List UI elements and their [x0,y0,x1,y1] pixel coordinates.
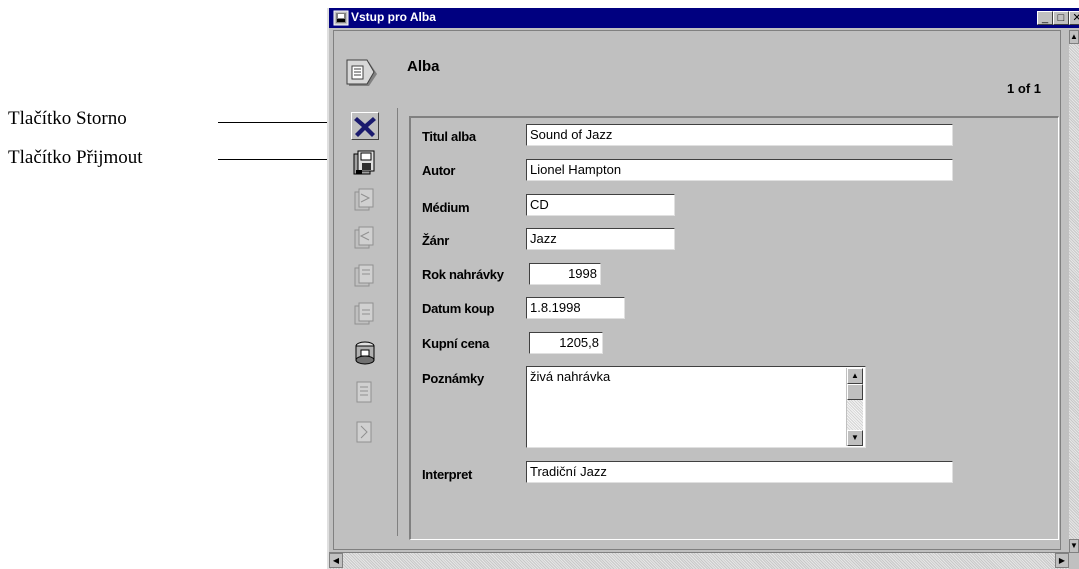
datum-koup-field[interactable]: 1.8.1998 [526,297,625,319]
toolbar-button-4 [351,224,379,252]
record-icon [354,226,374,249]
toolbar-button-3 [351,186,379,214]
kupni-cena-field[interactable]: 1205,8 [529,332,603,354]
toolbar-button-5 [351,262,379,290]
toolbar-button-6 [351,300,379,328]
scroll-down-arrow-icon[interactable]: ▼ [1069,539,1079,553]
scroll-thumb[interactable] [847,384,863,400]
record-icon [356,381,372,403]
print-button[interactable] [351,338,379,366]
interpret-field[interactable]: Tradiční Jazz [526,461,953,483]
scroll-right-arrow-icon[interactable]: ▶ [1055,553,1069,568]
record-icon [356,421,372,443]
scroll-down-arrow-icon[interactable]: ▼ [847,430,863,446]
rok-nahravky-field[interactable]: 1998 [529,263,601,285]
autor-field[interactable]: Lionel Hampton [526,159,953,181]
minimize-button[interactable]: _ [1037,11,1053,25]
poznamky-scrollbar[interactable]: ▲ ▼ [846,368,863,446]
cancel-button[interactable] [351,112,379,140]
window-titlebar[interactable]: Vstup pro Alba _ □ ✕ [329,8,1079,28]
label-poznamky: Poznámky [422,371,484,386]
record-count: 1 of 1 [1007,81,1041,96]
label-kupni-cena: Kupní cena [422,336,490,351]
form-section-title: Alba [407,58,440,75]
label-titul-alba: Titul alba [422,129,476,144]
app-form-icon [333,10,349,26]
record-icon [354,264,374,287]
label-interpret: Interpret [422,467,473,482]
record-icon [354,302,374,325]
scroll-up-arrow-icon[interactable]: ▲ [847,368,863,384]
maximize-button[interactable]: □ [1053,11,1069,25]
toolbar-button-8 [351,378,379,406]
toolbar-button-9 [351,418,379,446]
annotation-cancel-button: Tlačítko Storno [8,108,127,129]
label-datum-koup: Datum koup [422,301,495,316]
form-header-icon [346,59,377,86]
annotation-accept-button: Tlačítko Přijmout [8,147,143,168]
label-autor: Autor [422,163,456,178]
scroll-up-arrow-icon[interactable]: ▲ [1069,30,1079,44]
print-icon [355,341,375,365]
scroll-left-arrow-icon[interactable]: ◀ [329,553,343,568]
window-horizontal-scrollbar[interactable]: ◀ ▶ [329,552,1069,569]
label-rok-nahravky: Rok nahrávky [422,267,504,282]
album-entry-window: Vstup pro Alba _ □ ✕ ▲ ▼ ◀ ▶ Alba 1 of 1 [327,8,1079,569]
poznamky-textarea[interactable]: živá nahrávka [526,366,866,448]
zanr-field[interactable]: Jazz [526,228,675,250]
medium-field[interactable]: CD [526,194,675,216]
window-title: Vstup pro Alba [351,10,436,24]
titul-alba-field[interactable]: Sound of Jazz [526,124,953,146]
close-button[interactable]: ✕ [1069,11,1079,25]
label-zanr: Žánr [422,233,449,248]
window-vertical-scrollbar[interactable]: ▲ ▼ [1069,30,1079,553]
label-medium: Médium [422,200,470,215]
cancel-x-icon [354,117,376,137]
record-icon [354,188,374,211]
accept-button[interactable] [351,148,379,176]
record-toolbar [339,108,398,536]
accept-disk-icon [353,150,375,175]
